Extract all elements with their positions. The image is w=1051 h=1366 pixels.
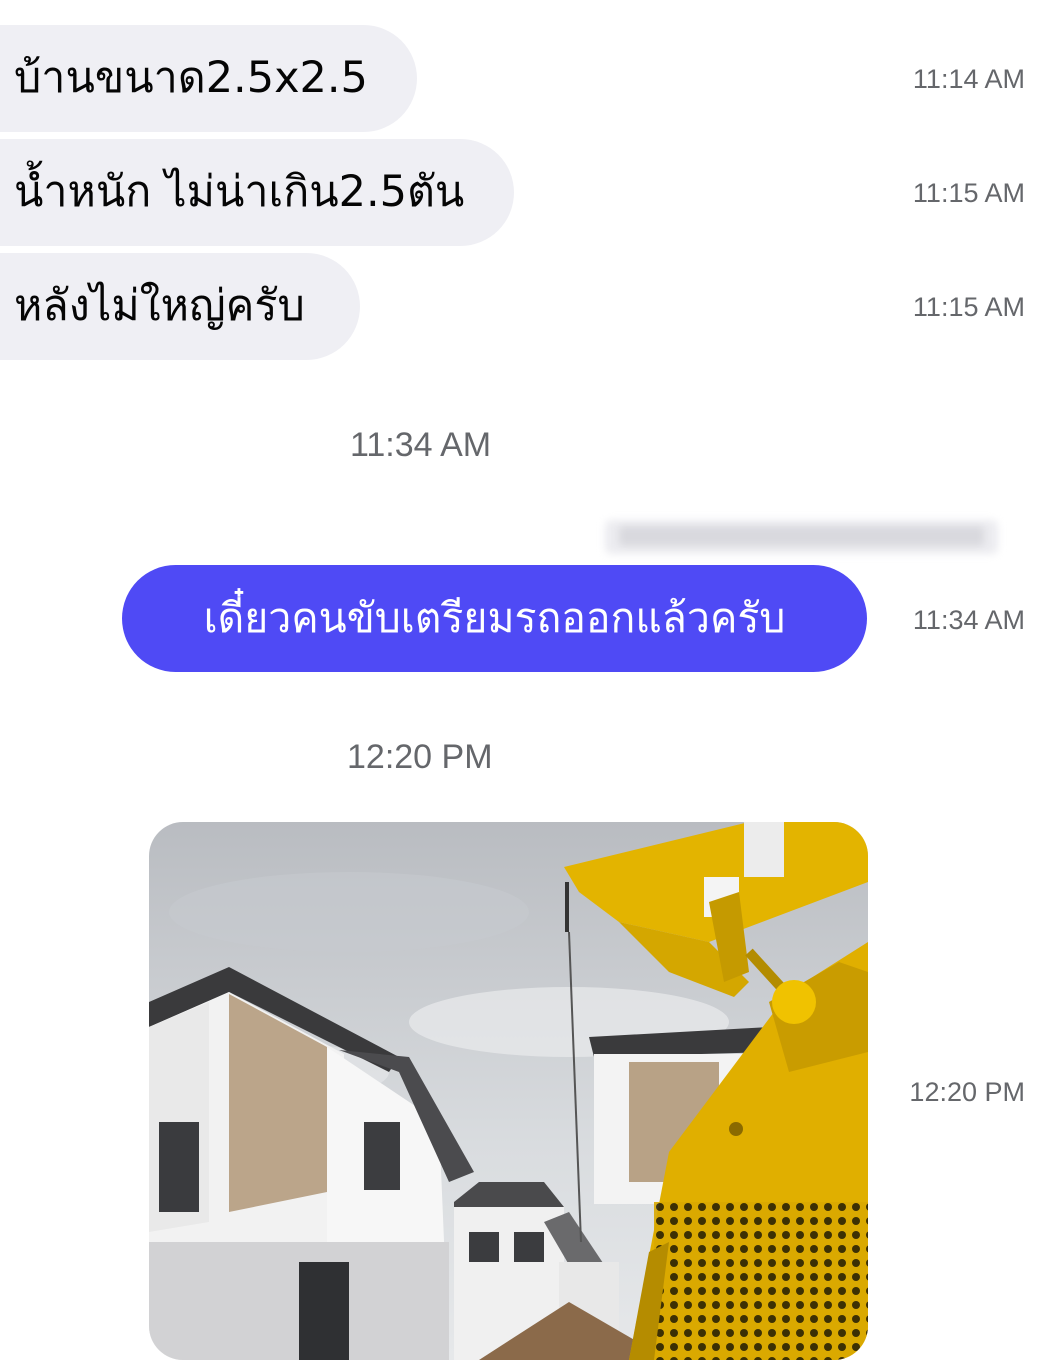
outgoing-message-text: เดี๋ยวคนขับเตรียมรถออกแล้วครับ — [203, 594, 786, 642]
redacted-sender-name — [605, 520, 998, 554]
incoming-message-bubble[interactable]: หลังไม่ใหญ่ครับ — [0, 253, 360, 360]
incoming-message-text: บ้านขนาด2.5x2.5 — [14, 53, 368, 103]
photo-crane-houses — [149, 822, 868, 1360]
message-timestamp: 12:20 PM — [909, 1077, 1025, 1107]
photo-message[interactable] — [149, 822, 868, 1360]
outgoing-message-bubble[interactable]: เดี๋ยวคนขับเตรียมรถออกแล้วครับ — [122, 565, 867, 672]
incoming-message-text: น้ำหนัก ไม่น่าเกิน2.5ตัน — [14, 167, 465, 217]
time-separator: 11:34 AM — [350, 426, 492, 464]
incoming-message-bubble[interactable]: บ้านขนาด2.5x2.5 — [0, 25, 417, 132]
message-timestamp: 11:15 AM — [912, 178, 1025, 208]
incoming-message-bubble[interactable]: น้ำหนัก ไม่น่าเกิน2.5ตัน — [0, 139, 514, 246]
time-separator: 12:20 PM — [347, 738, 493, 776]
message-timestamp: 11:15 AM — [912, 292, 1025, 322]
incoming-message-text: หลังไม่ใหญ่ครับ — [14, 281, 305, 331]
message-timestamp: 11:14 AM — [912, 64, 1025, 94]
message-timestamp: 11:34 AM — [912, 605, 1025, 635]
